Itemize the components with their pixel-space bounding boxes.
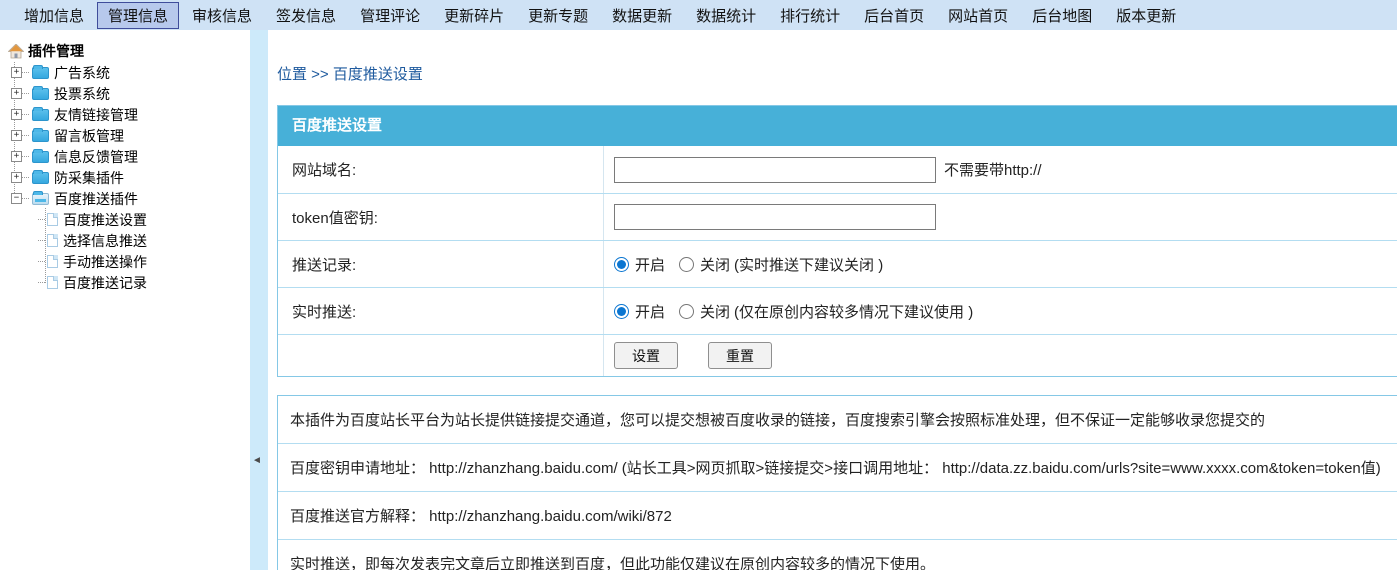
sidebar-collapse-arrow-icon[interactable]: ◄: [252, 455, 262, 466]
info-row-official-doc-url: 百度推送官方解释： http://zhanzhang.baidu.com/wik…: [278, 491, 1397, 539]
page-icon: [47, 213, 58, 226]
realtime-off-radio[interactable]: [679, 304, 694, 319]
push-log-label: 推送记录:: [278, 241, 604, 287]
sidebar-item-vote-system[interactable]: + 投票系统: [8, 83, 250, 104]
sidebar-item-anti-scrape[interactable]: + 防采集插件: [8, 167, 250, 188]
page-icon: [47, 276, 58, 289]
nav-item-update-topics[interactable]: 更新专题: [517, 2, 599, 29]
folder-icon: [32, 172, 49, 184]
tree-dash: [22, 135, 29, 136]
collapse-icon[interactable]: −: [11, 193, 22, 204]
nav-item-admin-home[interactable]: 后台首页: [853, 2, 935, 29]
sidebar-item-message-board[interactable]: + 留言板管理: [8, 125, 250, 146]
push-log-off-label[interactable]: 关闭: [700, 254, 730, 275]
info-row-key-apply-url: 百度密钥申请地址： http://zhanzhang.baidu.com/ (站…: [278, 443, 1397, 491]
push-log-note: (实时推送下建议关闭 ): [734, 254, 883, 275]
main-content: 位置 >> 百度推送设置 百度推送设置 网站域名: 不需要带http:// to…: [277, 30, 1397, 570]
folder-icon: [32, 109, 49, 121]
nav-item-data-update[interactable]: 数据更新: [601, 2, 683, 29]
form-row-buttons: 设置 重置: [278, 334, 1397, 376]
tree-dash: [22, 93, 29, 94]
folder-icon: [32, 67, 49, 79]
form-row-domain: 网站域名: 不需要带http://: [278, 146, 1397, 193]
folder-icon: [32, 88, 49, 100]
plugin-tree: 插件管理 + 广告系统 + 投票系统 + 友情链接管理 + 留言板管理: [0, 30, 250, 293]
domain-hint: 不需要带http://: [944, 159, 1042, 180]
sidebar-item-push-log[interactable]: 百度推送记录: [38, 272, 250, 293]
nav-item-manage-comments[interactable]: 管理评论: [349, 2, 431, 29]
sidebar-item-friend-links[interactable]: + 友情链接管理: [8, 104, 250, 125]
expand-icon[interactable]: +: [11, 151, 22, 162]
nav-item-review-info[interactable]: 审核信息: [181, 2, 263, 29]
tree-dash: [22, 198, 29, 199]
expand-icon[interactable]: +: [11, 109, 22, 120]
folder-icon: [32, 151, 49, 163]
sidebar-item-feedback[interactable]: + 信息反馈管理: [8, 146, 250, 167]
sidebar-item-baidu-push-plugin[interactable]: − 百度推送插件: [8, 188, 250, 209]
nav-item-admin-map[interactable]: 后台地图: [1021, 2, 1103, 29]
panel-title: 百度推送设置: [278, 106, 1397, 146]
home-icon: [8, 44, 24, 59]
push-log-on-label[interactable]: 开启: [635, 254, 665, 275]
sidebar-divider: [250, 30, 268, 570]
tree-dash: [38, 219, 45, 220]
sidebar-title-label: 插件管理: [28, 41, 84, 61]
sidebar-item-manual-push[interactable]: 手动推送操作: [38, 251, 250, 272]
realtime-off-label[interactable]: 关闭: [700, 301, 730, 322]
realtime-note: (仅在原创内容较多情况下建议使用 ): [734, 301, 973, 322]
form-row-realtime: 实时推送: 开启 关闭 (仅在原创内容较多情况下建议使用 ): [278, 287, 1397, 334]
nav-item-version-update[interactable]: 版本更新: [1105, 2, 1187, 29]
domain-input[interactable]: [614, 157, 936, 183]
submit-button[interactable]: 设置: [614, 342, 678, 369]
form-row-token: token值密钥:: [278, 193, 1397, 240]
realtime-label: 实时推送:: [278, 288, 604, 334]
push-log-on-radio[interactable]: [614, 257, 629, 272]
nav-item-data-stats[interactable]: 数据统计: [685, 2, 767, 29]
nav-item-ranking-stats[interactable]: 排行统计: [769, 2, 851, 29]
nav-item-manage-info[interactable]: 管理信息: [97, 2, 179, 29]
nav-item-site-home[interactable]: 网站首页: [937, 2, 1019, 29]
expand-icon[interactable]: +: [11, 67, 22, 78]
sidebar: 插件管理 + 广告系统 + 投票系统 + 友情链接管理 + 留言板管理: [0, 30, 250, 570]
realtime-on-label[interactable]: 开启: [635, 301, 665, 322]
open-folder-icon: [32, 193, 49, 205]
tree-dash: [22, 156, 29, 157]
form-row-push-log: 推送记录: 开启 关闭 (实时推送下建议关闭 ): [278, 240, 1397, 287]
tree-dash: [38, 261, 45, 262]
token-input[interactable]: [614, 204, 936, 230]
expand-icon[interactable]: +: [11, 88, 22, 99]
page-icon: [47, 255, 58, 268]
sidebar-item-select-info-push[interactable]: 选择信息推送: [38, 230, 250, 251]
info-row-realtime-note: 实时推送，即每次发表完文章后立即推送到百度，但此功能仅建议在原创内容较多的情况下…: [278, 539, 1397, 570]
tree-dash: [22, 177, 29, 178]
expand-icon[interactable]: +: [11, 130, 22, 141]
tree-dash: [38, 282, 45, 283]
baidu-push-settings-panel: 百度推送设置 网站域名: 不需要带http:// token值密钥: 推送记录:: [277, 105, 1397, 377]
expand-icon[interactable]: +: [11, 172, 22, 183]
tree-dash: [38, 240, 45, 241]
top-navigation: 增加信息 管理信息 审核信息 签发信息 管理评论 更新碎片 更新专题 数据更新 …: [0, 0, 1397, 30]
reset-button[interactable]: 重置: [708, 342, 772, 369]
sidebar-item-baidu-push-settings[interactable]: 百度推送设置: [38, 209, 250, 230]
breadcrumb: 位置 >> 百度推送设置: [277, 63, 1397, 84]
nav-item-update-fragments[interactable]: 更新碎片: [433, 2, 515, 29]
tree-dash: [22, 72, 29, 73]
realtime-on-radio[interactable]: [614, 304, 629, 319]
page-icon: [47, 234, 58, 247]
token-label: token值密钥:: [278, 194, 604, 240]
info-row-description: 本插件为百度站长平台为站长提供链接提交通道，您可以提交想被百度收录的链接，百度搜…: [278, 396, 1397, 443]
nav-item-issue-info[interactable]: 签发信息: [265, 2, 347, 29]
domain-label: 网站域名:: [278, 146, 604, 193]
nav-item-add-info[interactable]: 增加信息: [13, 2, 95, 29]
sidebar-title: 插件管理: [8, 40, 250, 62]
sidebar-item-ad-system[interactable]: + 广告系统: [8, 62, 250, 83]
push-log-off-radio[interactable]: [679, 257, 694, 272]
folder-icon: [32, 130, 49, 142]
tree-dash: [22, 114, 29, 115]
help-info-panel: 本插件为百度站长平台为站长提供链接提交通道，您可以提交想被百度收录的链接，百度搜…: [277, 395, 1397, 570]
empty-label-cell: [278, 335, 604, 376]
admin-page: 增加信息 管理信息 审核信息 签发信息 管理评论 更新碎片 更新专题 数据更新 …: [0, 0, 1397, 570]
